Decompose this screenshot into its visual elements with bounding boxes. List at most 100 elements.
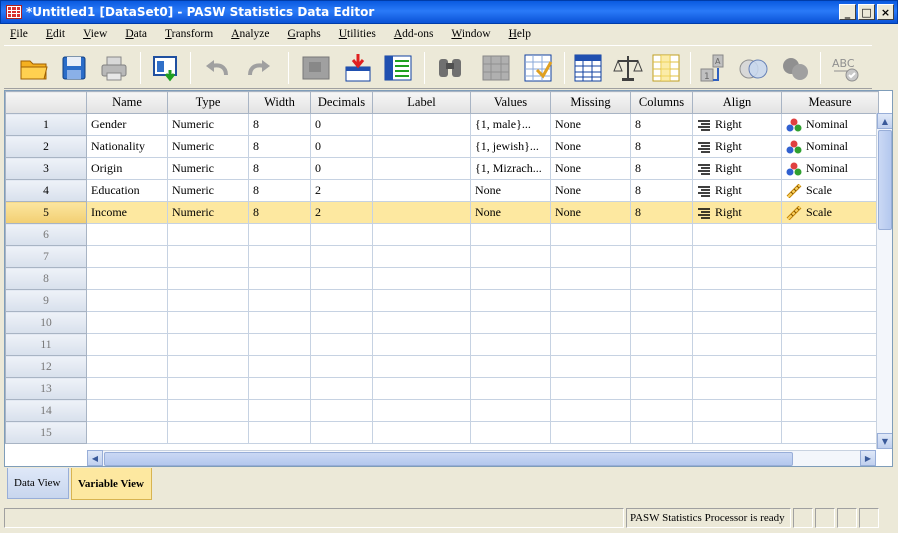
cell-measure[interactable]: [781, 223, 879, 246]
table-row[interactable]: 15: [5, 421, 879, 444]
cell-type[interactable]: Numeric: [167, 179, 249, 202]
cell-measure[interactable]: [781, 377, 879, 400]
cell-name[interactable]: [86, 267, 168, 290]
open-icon[interactable]: [18, 52, 50, 84]
column-header-align[interactable]: Align: [692, 91, 782, 114]
cell-width[interactable]: [248, 333, 311, 356]
cell-width[interactable]: [248, 223, 311, 246]
cell-decimals[interactable]: 2: [310, 201, 373, 224]
cell-missing[interactable]: [550, 223, 631, 246]
cell-decimals[interactable]: [310, 355, 373, 378]
cell-measure[interactable]: [781, 267, 879, 290]
row-number[interactable]: 13: [5, 377, 87, 400]
cell-values[interactable]: [470, 421, 551, 444]
menu-utilities[interactable]: Utilities: [329, 28, 384, 40]
value-labels-icon[interactable]: 1A: [698, 52, 730, 84]
variables-icon[interactable]: [382, 52, 414, 84]
vertical-scrollbar[interactable]: ▲ ▼: [876, 113, 892, 449]
table-row[interactable]: 7: [5, 245, 879, 268]
cell-label[interactable]: [372, 157, 471, 180]
cell-columns[interactable]: [630, 245, 693, 268]
cell-align[interactable]: [692, 333, 782, 356]
weight-cases-icon[interactable]: [612, 52, 644, 84]
cell-columns[interactable]: [630, 311, 693, 334]
cell-values[interactable]: {1, Mizrach...: [470, 157, 551, 180]
cell-decimals[interactable]: 2: [310, 179, 373, 202]
save-icon[interactable]: [58, 52, 90, 84]
table-row[interactable]: 12: [5, 355, 879, 378]
cell-name[interactable]: [86, 421, 168, 444]
split-file-icon[interactable]: [572, 52, 604, 84]
cell-name[interactable]: Origin: [86, 157, 168, 180]
cell-measure[interactable]: Scale: [781, 179, 879, 202]
cell-label[interactable]: [372, 245, 471, 268]
column-header-missing[interactable]: Missing: [550, 91, 631, 114]
minimize-button[interactable]: _: [839, 4, 856, 20]
cell-type[interactable]: [167, 399, 249, 422]
row-number[interactable]: 4: [5, 179, 87, 202]
goto-variable-icon[interactable]: [342, 52, 374, 84]
table-row[interactable]: 13: [5, 377, 879, 400]
cell-values[interactable]: [470, 377, 551, 400]
cell-decimals[interactable]: [310, 267, 373, 290]
cell-label[interactable]: [372, 377, 471, 400]
cell-label[interactable]: [372, 311, 471, 334]
cell-columns[interactable]: 8: [630, 179, 693, 202]
tab-data-view[interactable]: Data View: [7, 468, 69, 499]
cell-align[interactable]: [692, 421, 782, 444]
show-all-icon[interactable]: [780, 52, 812, 84]
cell-measure[interactable]: Nominal: [781, 113, 879, 136]
vertical-scroll-thumb[interactable]: [878, 130, 892, 230]
cell-width[interactable]: [248, 355, 311, 378]
cell-name[interactable]: Gender: [86, 113, 168, 136]
row-number[interactable]: 8: [5, 267, 87, 290]
cell-type[interactable]: [167, 223, 249, 246]
cell-missing[interactable]: [550, 399, 631, 422]
cell-columns[interactable]: [630, 223, 693, 246]
table-row[interactable]: 14: [5, 399, 879, 422]
select-cases-icon[interactable]: [650, 52, 682, 84]
cell-missing[interactable]: [550, 421, 631, 444]
table-row[interactable]: 11: [5, 333, 879, 356]
cell-type[interactable]: [167, 421, 249, 444]
cell-values[interactable]: [470, 289, 551, 312]
cell-measure[interactable]: [781, 333, 879, 356]
cell-missing[interactable]: [550, 245, 631, 268]
cell-values[interactable]: [470, 355, 551, 378]
table-row[interactable]: 4 Education Numeric 8 2 None None 8 Right Scale: [5, 179, 879, 202]
column-header-type[interactable]: Type: [167, 91, 249, 114]
cell-decimals[interactable]: [310, 333, 373, 356]
table-row[interactable]: 3 Origin Numeric 8 0 {1, Mizrach... None 8 Right…: [5, 157, 879, 180]
cell-width[interactable]: [248, 399, 311, 422]
cell-label[interactable]: [372, 355, 471, 378]
cell-missing[interactable]: None: [550, 179, 631, 202]
undo-icon[interactable]: [200, 52, 232, 84]
cell-align[interactable]: [692, 311, 782, 334]
cell-decimals[interactable]: [310, 399, 373, 422]
cell-align[interactable]: [692, 355, 782, 378]
cell-width[interactable]: [248, 377, 311, 400]
cell-measure[interactable]: Nominal: [781, 135, 879, 158]
row-number[interactable]: 7: [5, 245, 87, 268]
cell-columns[interactable]: 8: [630, 135, 693, 158]
cell-decimals[interactable]: [310, 245, 373, 268]
row-number[interactable]: 5: [5, 201, 87, 224]
cell-align[interactable]: [692, 267, 782, 290]
table-row[interactable]: 9: [5, 289, 879, 312]
cell-type[interactable]: [167, 333, 249, 356]
menu-analyze[interactable]: Analyze: [221, 28, 277, 40]
row-number[interactable]: 6: [5, 223, 87, 246]
cell-values[interactable]: {1, jewish}...: [470, 135, 551, 158]
cell-align[interactable]: Right: [692, 157, 782, 180]
cell-decimals[interactable]: [310, 377, 373, 400]
cell-label[interactable]: [372, 399, 471, 422]
row-number[interactable]: 14: [5, 399, 87, 422]
cell-missing[interactable]: [550, 311, 631, 334]
cell-width[interactable]: 8: [248, 157, 311, 180]
row-number[interactable]: 9: [5, 289, 87, 312]
scroll-right-button[interactable]: ▶: [860, 450, 876, 466]
menu-graphs[interactable]: Graphs: [278, 28, 329, 40]
cell-name[interactable]: [86, 245, 168, 268]
cell-align[interactable]: Right: [692, 135, 782, 158]
goto-case-icon[interactable]: [300, 52, 332, 84]
